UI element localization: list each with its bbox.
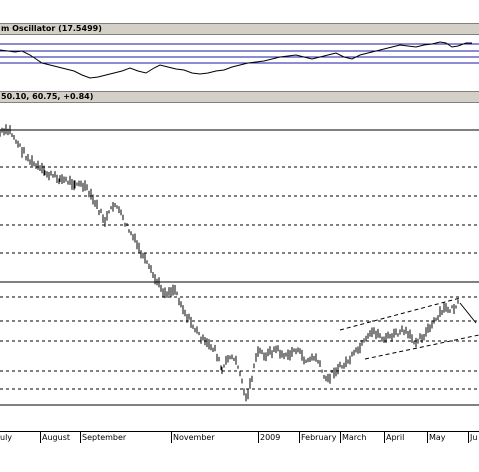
axis-tick bbox=[340, 431, 341, 443]
x-axis-label: November bbox=[173, 433, 215, 442]
price-chart bbox=[0, 124, 479, 406]
x-axis-label: Ju bbox=[470, 433, 478, 442]
oscillator-panel bbox=[0, 35, 479, 91]
price-panel bbox=[0, 103, 479, 431]
oscillator-title: m Oscillator (17.5499) bbox=[1, 24, 102, 33]
axis-tick bbox=[80, 431, 81, 443]
x-axis-label: March bbox=[342, 433, 367, 442]
axis-tick bbox=[299, 431, 300, 443]
oscillator-chart bbox=[0, 41, 479, 79]
x-axis-label: February bbox=[301, 433, 337, 442]
trend-channel bbox=[339, 297, 479, 360]
price-title: 50.10, 60.75, +0.84) bbox=[1, 92, 94, 101]
x-axis-label: April bbox=[386, 433, 405, 442]
x-axis-label: May bbox=[429, 433, 446, 442]
x-axis-label: 2009 bbox=[260, 433, 281, 442]
x-axis-label: September bbox=[82, 433, 127, 442]
price-bars bbox=[0, 124, 459, 402]
oscillator-line bbox=[0, 41, 472, 79]
dashed-gridlines bbox=[0, 166, 479, 390]
axis-tick bbox=[171, 431, 172, 443]
axis-tick bbox=[384, 431, 385, 443]
x-axis-label: August bbox=[42, 433, 70, 442]
price-panel-header: 50.10, 60.75, +0.84) bbox=[0, 91, 479, 103]
x-axis-label: uly bbox=[0, 433, 13, 442]
axis-tick bbox=[468, 431, 469, 443]
projection-line bbox=[459, 302, 477, 324]
axis-tick bbox=[258, 431, 259, 443]
x-axis: uly August September November 2009 Febru… bbox=[0, 431, 479, 445]
axis-tick bbox=[40, 431, 41, 443]
oscillator-panel-header: m Oscillator (17.5499) bbox=[0, 23, 479, 35]
axis-tick bbox=[427, 431, 428, 443]
